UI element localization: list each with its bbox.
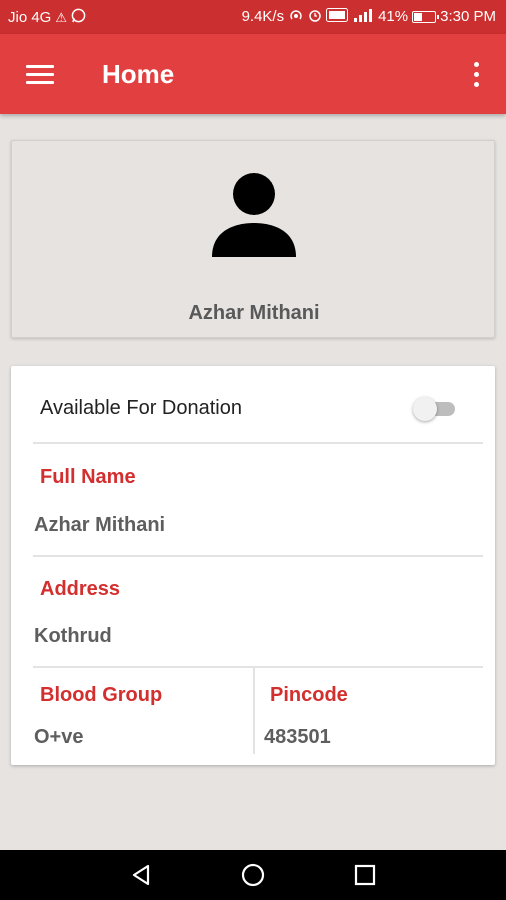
clock: 3:30 PM <box>440 8 496 25</box>
availability-toggle[interactable] <box>413 396 457 422</box>
column-divider <box>253 668 255 754</box>
page-title: Home <box>102 59 175 89</box>
full-name-label: Full Name <box>40 466 136 488</box>
divider <box>33 442 483 444</box>
carrier-text: Jio 4G <box>8 8 52 26</box>
app-bar: Home <box>0 34 506 114</box>
person-icon <box>208 171 300 263</box>
volte-icon <box>326 8 349 25</box>
toggle-thumb <box>413 397 437 421</box>
home-icon[interactable] <box>240 862 266 888</box>
address-value: Kothrud <box>34 625 112 647</box>
signal-icon <box>352 8 374 25</box>
pincode-value: 483501 <box>264 726 331 748</box>
hotspot-icon <box>288 8 304 25</box>
more-vert-icon[interactable] <box>466 60 486 90</box>
profile-name: Azhar Mithani <box>188 302 320 324</box>
recents-icon[interactable] <box>352 862 378 888</box>
battery-icon <box>412 10 440 23</box>
alarm-icon <box>308 8 322 25</box>
status-bar: Jio 4G ⚠ 9.4K/s 41% 3:30 PM <box>0 0 506 34</box>
battery-percent: 41% <box>378 8 409 25</box>
network-speed: 9.4K/s <box>241 8 285 25</box>
availability-label: Available For Donation <box>40 397 242 419</box>
navigation-bar <box>0 850 506 900</box>
full-name-value: Azhar Mithani <box>34 514 166 536</box>
divider <box>33 666 483 668</box>
whatsapp-icon <box>71 8 86 26</box>
details-card: Available For Donation Full Name Azhar M… <box>11 366 495 765</box>
blood-group-label: Blood Group <box>40 684 163 706</box>
pincode-label: Pincode <box>270 684 348 706</box>
profile-card: Azhar Mithani <box>11 140 495 338</box>
back-icon[interactable] <box>128 862 154 888</box>
warning-icon: ⚠ <box>55 9 68 25</box>
status-right: 9.4K/s 41% 3:30 PM <box>242 8 496 25</box>
blood-group-value: O+ve <box>34 726 84 748</box>
hamburger-menu-icon[interactable] <box>26 65 54 85</box>
address-label: Address <box>40 578 121 600</box>
divider <box>33 555 483 557</box>
status-left: Jio 4G ⚠ <box>8 8 86 26</box>
